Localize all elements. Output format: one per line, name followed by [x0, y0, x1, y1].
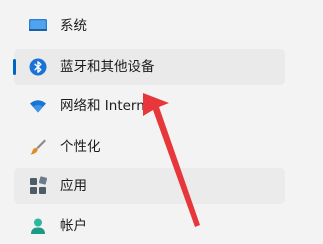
nav-item-network[interactable]: 网络和 Interne [14, 88, 285, 124]
nav-item-apps[interactable]: 应用 [14, 168, 285, 204]
nav-item-personalization[interactable]: 个性化 [14, 129, 285, 165]
nav-item-label: 系统 [60, 18, 87, 34]
nav-item-label: 应用 [60, 178, 87, 194]
nav-item-accounts[interactable]: 帐户 [14, 208, 285, 244]
wifi-icon [30, 100, 46, 113]
nav-item-system[interactable]: 系统 [14, 8, 285, 44]
display-icon [29, 19, 47, 31]
brush-icon [30, 139, 46, 155]
apps-icon [30, 176, 48, 194]
nav-item-label: 蓝牙和其他设备 [60, 59, 155, 75]
account-icon [31, 218, 45, 234]
selection-indicator [13, 59, 16, 75]
bluetooth-icon [29, 58, 47, 76]
settings-nav: 系统 蓝牙和其他设备 网络和 Interne 个性化 应用 帐户 [0, 0, 323, 244]
nav-item-label: 网络和 Interne [60, 98, 154, 114]
nav-item-label: 个性化 [60, 139, 101, 155]
nav-item-bluetooth-devices[interactable]: 蓝牙和其他设备 [13, 49, 285, 85]
nav-item-label: 帐户 [60, 218, 87, 234]
